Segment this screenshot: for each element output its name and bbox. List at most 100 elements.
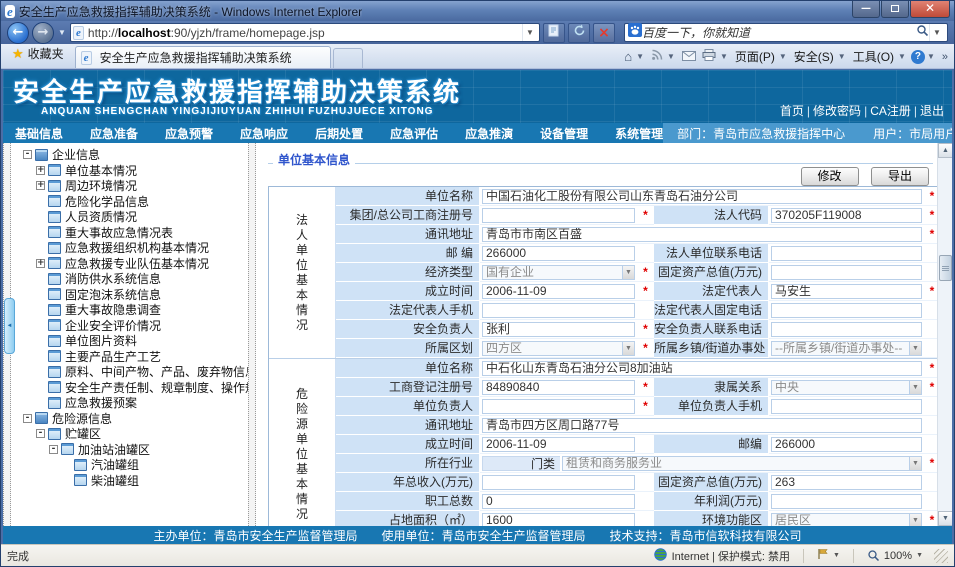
tree-expander-icon[interactable]: -: [36, 429, 45, 438]
minimize-button[interactable]: —: [852, 1, 880, 18]
form-input[interactable]: 0: [482, 494, 635, 509]
tree-item[interactable]: -加油站油罐区: [11, 442, 248, 458]
tree-expander-icon[interactable]: +: [36, 166, 45, 175]
dropdown-arrow-icon[interactable]: ▼: [909, 514, 921, 527]
tree-item[interactable]: 固定泡沫系统信息: [11, 287, 248, 303]
tree-expander-icon[interactable]: -: [23, 150, 32, 159]
panel-collapse-handle[interactable]: ◄: [4, 298, 15, 354]
form-input[interactable]: [482, 399, 635, 414]
feeds-icon[interactable]: [649, 49, 665, 64]
tree-item[interactable]: 安全生产责任制、规章制度、操作规程信息: [11, 380, 248, 396]
dropdown-arrow-icon[interactable]: ▼: [909, 457, 921, 470]
form-select[interactable]: 居民区▼: [771, 513, 922, 527]
tree-item[interactable]: 企业安全评价情况: [11, 318, 248, 334]
form-input[interactable]: 中国石油化工股份有限公司山东青岛石油分公司: [482, 189, 922, 204]
tree-expander-icon[interactable]: +: [36, 181, 45, 190]
nav-item-2[interactable]: 应急预警: [165, 125, 213, 142]
address-bar[interactable]: e http://localhost:90/yjzh/frame/homepag…: [70, 23, 540, 42]
scroll-up-icon[interactable]: ▲: [938, 143, 952, 158]
dropdown-arrow-icon[interactable]: ▼: [909, 342, 921, 355]
form-input[interactable]: 266000: [482, 246, 635, 261]
tree-item[interactable]: 重大事故应急情况表: [11, 225, 248, 241]
print-dropdown-icon[interactable]: ▼: [720, 52, 731, 61]
form-input[interactable]: [771, 303, 922, 318]
print-icon[interactable]: [700, 49, 718, 64]
favorites-button[interactable]: ★ 收藏夹: [5, 41, 75, 67]
nav-item-4[interactable]: 后期处置: [315, 125, 363, 142]
maximize-button[interactable]: [881, 1, 909, 18]
tree-expander-icon[interactable]: +: [36, 259, 45, 268]
protected-mode-dropdown-icon[interactable]: ▼: [833, 552, 840, 559]
tools-menu-dropdown-icon[interactable]: ▼: [898, 52, 909, 61]
tree-item[interactable]: +应急救援专业队伍基本情况: [11, 256, 248, 272]
scroll-down-icon[interactable]: ▼: [938, 511, 952, 526]
tree-item[interactable]: 应急救援预案: [11, 395, 248, 411]
compatibility-view-button[interactable]: [543, 23, 565, 43]
form-select[interactable]: 国有企业▼: [482, 265, 635, 280]
home-dropdown-icon[interactable]: ▼: [636, 52, 647, 61]
form-input[interactable]: 263: [771, 475, 922, 490]
tree-item[interactable]: +单位基本情况: [11, 163, 248, 179]
nav-item-6[interactable]: 应急推演: [465, 125, 513, 142]
refresh-button[interactable]: [568, 23, 590, 43]
form-select[interactable]: --所属乡镇/街道办事处--▼: [771, 341, 922, 356]
form-input[interactable]: [771, 399, 922, 414]
form-input[interactable]: [771, 246, 922, 261]
form-input[interactable]: [771, 322, 922, 337]
history-dropdown-icon[interactable]: ▼: [57, 28, 67, 37]
export-button[interactable]: 导出: [871, 167, 929, 186]
form-input[interactable]: 张利: [482, 322, 635, 337]
modify-button[interactable]: 修改: [801, 167, 859, 186]
help-dropdown-icon[interactable]: ▼: [927, 52, 938, 61]
page-menu[interactable]: 页面(P): [733, 48, 777, 65]
form-input[interactable]: [771, 494, 922, 509]
nav-item-8[interactable]: 系统管理: [615, 125, 663, 142]
close-button[interactable]: ✕: [910, 1, 950, 18]
form-input[interactable]: 2006-11-09: [482, 284, 635, 299]
dropdown-arrow-icon[interactable]: ▼: [622, 342, 634, 355]
tree-item[interactable]: 原料、中间产物、产品、废弃物信息: [11, 364, 248, 380]
form-input[interactable]: [482, 475, 635, 490]
safety-menu-dropdown-icon[interactable]: ▼: [838, 52, 849, 61]
protected-mode-icon[interactable]: [817, 548, 828, 563]
content-scrollbar[interactable]: ▲ ▼: [937, 143, 952, 526]
form-input[interactable]: [482, 303, 635, 318]
search-placeholder[interactable]: 百度一下，你就知道: [642, 24, 916, 41]
tree-item[interactable]: 消防供水系统信息: [11, 271, 248, 287]
nav-item-5[interactable]: 应急评估: [390, 125, 438, 142]
nav-item-1[interactable]: 应急准备: [90, 125, 138, 142]
zoom-dropdown-icon[interactable]: ▼: [916, 552, 923, 559]
form-input[interactable]: 266000: [771, 437, 922, 452]
header-link-2[interactable]: CA注册: [870, 102, 911, 119]
header-link-1[interactable]: 修改密码: [813, 102, 861, 119]
dropdown-arrow-icon[interactable]: ▼: [622, 266, 634, 279]
tree-item[interactable]: 危险化学品信息: [11, 194, 248, 210]
browser-tab[interactable]: e 安全生产应急救援指挥辅助决策系统: [75, 46, 331, 68]
form-input[interactable]: 370205F119008: [771, 208, 922, 223]
url-text[interactable]: http://localhost:90/yjzh/frame/homepage.…: [88, 26, 522, 40]
home-icon[interactable]: ⌂: [622, 50, 634, 64]
form-input[interactable]: 2006-11-09: [482, 437, 635, 452]
nav-item-0[interactable]: 基础信息: [15, 125, 63, 142]
tree-item[interactable]: +周边环境情况: [11, 178, 248, 194]
page-menu-dropdown-icon[interactable]: ▼: [779, 52, 790, 61]
tree-item[interactable]: 重大事故隐患调查: [11, 302, 248, 318]
dropdown-arrow-icon[interactable]: ▼: [909, 381, 921, 394]
nav-item-3[interactable]: 应急响应: [240, 125, 288, 142]
tree-expander-icon[interactable]: -: [49, 445, 58, 454]
tools-menu[interactable]: 工具(O): [851, 48, 896, 65]
tree-splitter[interactable]: [248, 143, 256, 526]
scrollbar-thumb[interactable]: [939, 255, 952, 281]
address-dropdown-icon[interactable]: ▼: [522, 24, 537, 41]
form-select[interactable]: 四方区▼: [482, 341, 635, 356]
safety-menu[interactable]: 安全(S): [792, 48, 836, 65]
form-input[interactable]: 中石化山东青岛石油分公司8加油站: [482, 361, 922, 376]
tree-item[interactable]: 主要产品生产工艺: [11, 349, 248, 365]
form-input[interactable]: [771, 265, 922, 280]
resize-grip[interactable]: [934, 549, 948, 563]
tree-item[interactable]: 柴油罐组: [11, 473, 248, 489]
tree-item[interactable]: 人员资质情况: [11, 209, 248, 225]
tree-item[interactable]: -危险源信息: [11, 411, 248, 427]
help-icon[interactable]: ?: [911, 50, 925, 64]
header-link-3[interactable]: 退出: [920, 102, 944, 119]
